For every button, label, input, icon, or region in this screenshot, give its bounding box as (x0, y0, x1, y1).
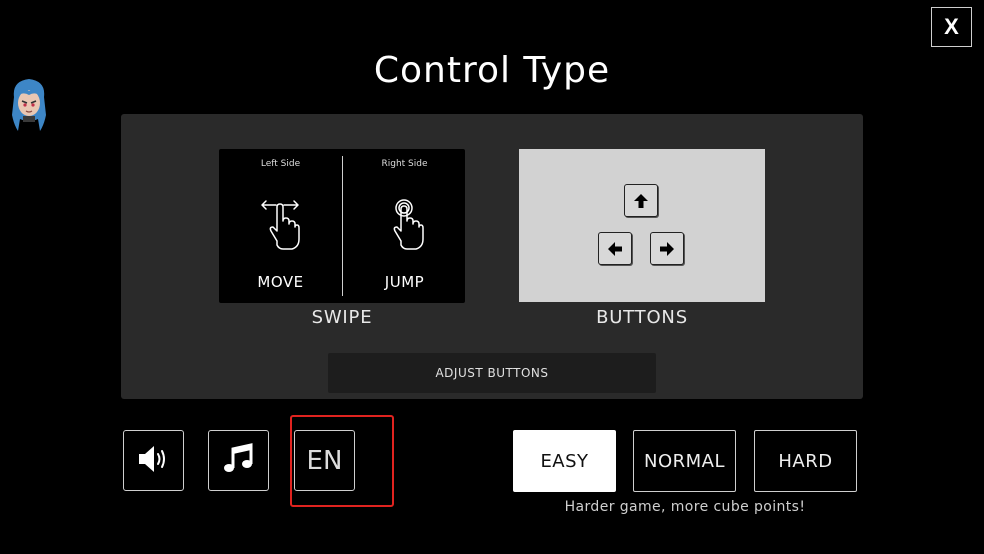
difficulty-normal-label: NORMAL (643, 450, 725, 472)
difficulty-easy-button[interactable]: EASY (513, 430, 616, 492)
close-label: X (944, 14, 959, 39)
close-button[interactable]: X (931, 7, 972, 47)
music-toggle-button[interactable] (208, 430, 269, 491)
difficulty-normal-button[interactable]: NORMAL (633, 430, 736, 492)
difficulty-easy-label: EASY (540, 450, 589, 472)
arrow-up-icon (624, 184, 658, 217)
swipe-option-card[interactable]: Left Side Right Side MOVE JUMP (219, 149, 465, 303)
music-note-icon (221, 441, 257, 481)
move-label: MOVE (257, 273, 304, 291)
adjust-buttons-button[interactable]: ADJUST BUTTONS (328, 353, 656, 393)
page-title: Control Type (373, 50, 611, 91)
difficulty-hard-label: HARD (778, 450, 833, 472)
control-type-panel: Left Side Right Side MOVE JUMP SWIPE BUT… (121, 114, 863, 399)
difficulty-hint: Harder game, more cube points! (564, 499, 806, 515)
swipe-hand-icon (259, 197, 301, 257)
buttons-label: BUTTONS (596, 307, 688, 328)
arrow-left-icon (598, 232, 632, 265)
tap-hand-icon (383, 197, 425, 257)
swipe-label: SWIPE (311, 307, 373, 328)
arrow-right-icon (650, 232, 684, 265)
speaker-icon (136, 442, 172, 480)
right-side-caption: Right Side (381, 159, 428, 169)
adjust-buttons-label: ADJUST BUTTONS (435, 366, 549, 380)
sound-toggle-button[interactable] (123, 430, 184, 491)
left-side-caption: Left Side (260, 159, 301, 169)
jump-label: JUMP (384, 273, 425, 291)
language-highlight-box (290, 415, 394, 507)
buttons-option-card[interactable] (519, 149, 765, 302)
difficulty-hard-button[interactable]: HARD (754, 430, 857, 492)
